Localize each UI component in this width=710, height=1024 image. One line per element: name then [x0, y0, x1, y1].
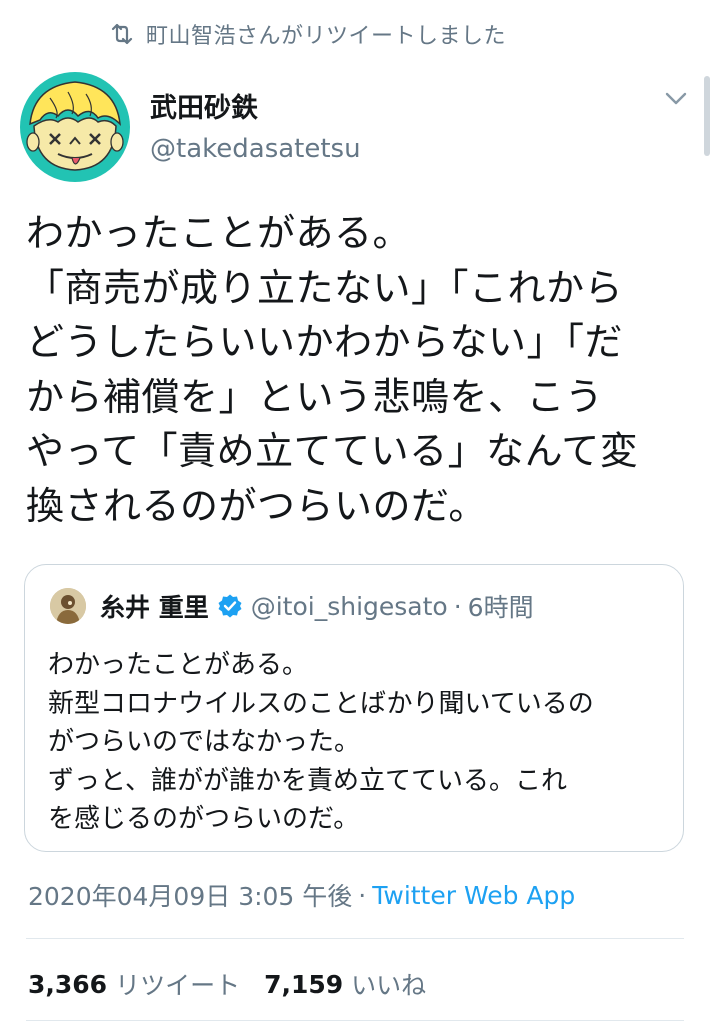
quoted-author-handle[interactable]: @itoi_shigesato [251, 592, 448, 621]
chevron-down-icon[interactable] [662, 88, 690, 110]
like-count[interactable]: 7,159 [264, 970, 343, 999]
tweet-timestamp[interactable]: 2020年04月09日 3:05 午後 [28, 877, 352, 913]
retweet-banner-text[interactable]: 町山智浩さんがリツイートしました [146, 18, 506, 50]
quoted-separator: · [453, 591, 462, 621]
verified-badge-icon [218, 594, 242, 618]
retweet-label[interactable]: リツイート [115, 966, 240, 1002]
quoted-author-avatar[interactable] [50, 588, 86, 624]
tweet-stats: 3,366 リツイート 7,159 いいね [28, 962, 426, 1006]
tweet-text: わかったことがある。 「商売が成り立たない」「これから どうしたらいいかわからな… [26, 206, 696, 533]
tweet-source-link[interactable]: Twitter Web App [372, 881, 575, 910]
tweet-text-line: どうしたらいいかわからない」「だ [26, 320, 624, 364]
tweet-meta: 2020年04月09日 3:05 午後 · Twitter Web App [28, 872, 575, 918]
retweet-count[interactable]: 3,366 [28, 970, 107, 999]
like-label[interactable]: いいね [351, 966, 426, 1002]
quoted-text-line: を感じるのがつらいのだ。 [48, 804, 360, 834]
quoted-text-line: 新型コロナウイルスのことばかり聞いているの [48, 688, 594, 719]
divider [26, 1020, 684, 1021]
quoted-avatar-image [50, 588, 86, 624]
author-name[interactable]: 武田砂鉄 [150, 86, 258, 125]
meta-separator: · [358, 880, 367, 910]
quoted-text-line: がつらいのではなかった。 [48, 727, 361, 757]
retweet-icon [111, 23, 133, 45]
divider [26, 938, 684, 939]
tweet-text-line: 「商売が成り立たない」「これから [26, 265, 624, 310]
quoted-tweet-text: わかったことがある。 新型コロナウイルスのことばかり聞いているの がつらいのでは… [48, 646, 678, 839]
author-avatar[interactable] [20, 72, 130, 182]
quoted-timestamp[interactable]: 6時間 [468, 588, 534, 624]
tweet-text-line: やって「責め立てている」なんて変 [26, 429, 639, 473]
tweet-text-line: わかったことがある。 [26, 211, 412, 255]
retweet-banner: 町山智浩さんがリツイートしました [108, 16, 506, 52]
quoted-text-line: わかったことがある。 [48, 650, 309, 680]
tweet-text-line: から補償を」という悲鳴を、こう [26, 374, 604, 419]
author-handle[interactable]: @takedasatetsu [150, 134, 361, 164]
quoted-tweet-header: 糸井 重里 @itoi_shigesato · 6時間 [100, 588, 534, 624]
quoted-author-name[interactable]: 糸井 重里 [100, 588, 209, 624]
quoted-text-line: ずっと、誰がが誰かを責め立てている。これ [48, 765, 567, 796]
avatar-illustration [20, 72, 130, 182]
tweet-text-line: 換されるのがつらいのだ。 [26, 483, 487, 528]
scrollbar[interactable] [704, 76, 710, 156]
